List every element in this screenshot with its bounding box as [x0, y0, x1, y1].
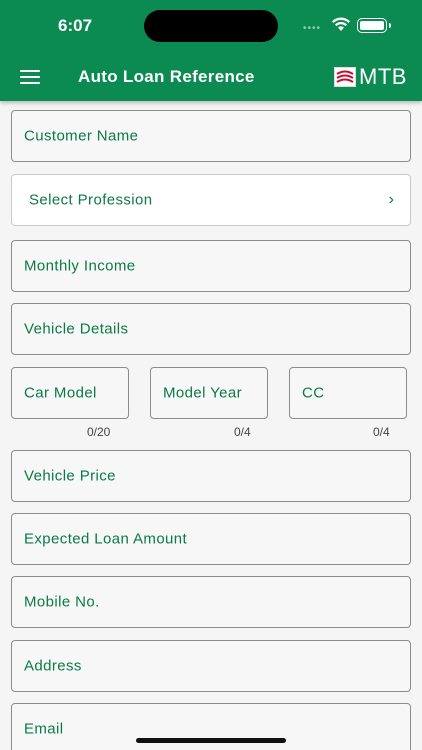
vehicle-price-placeholder: Vehicle Price — [24, 467, 116, 485]
cc-placeholder: CC — [302, 384, 325, 402]
customer-name-placeholder: Customer Name — [24, 127, 139, 145]
email-placeholder: Email — [24, 720, 64, 738]
car-model-counter: 0/20 — [87, 425, 111, 439]
mtb-logo-icon — [334, 67, 356, 87]
home-indicator — [136, 738, 286, 743]
app-header: 6:07 •••• Auto Loan Reference MTB — [0, 0, 422, 101]
customer-name-input[interactable]: Customer Name — [11, 110, 411, 162]
profession-label: Select Profession — [29, 191, 153, 209]
vehicle-details-input[interactable]: Vehicle Details — [11, 303, 411, 355]
brand-name: MTB — [359, 64, 407, 89]
address-input[interactable]: Address — [11, 640, 411, 692]
monthly-income-placeholder: Monthly Income — [24, 257, 136, 275]
address-placeholder: Address — [24, 657, 82, 675]
cc-input[interactable]: CC — [289, 367, 407, 419]
wifi-icon — [332, 17, 350, 31]
vehicle-price-input[interactable]: Vehicle Price — [11, 450, 411, 502]
model-year-counter: 0/4 — [234, 425, 251, 439]
monthly-income-input[interactable]: Monthly Income — [11, 240, 411, 292]
mobile-number-placeholder: Mobile No. — [24, 593, 100, 611]
page-title: Auto Loan Reference — [78, 67, 255, 86]
expected-loan-amount-placeholder: Expected Loan Amount — [24, 530, 188, 548]
chevron-right-icon: › — [388, 191, 394, 208]
signal-icon: •••• — [303, 23, 322, 34]
hamburger-icon[interactable] — [20, 69, 42, 85]
car-model-input[interactable]: Car Model — [11, 367, 129, 419]
mobile-number-input[interactable]: Mobile No. — [11, 576, 411, 628]
expected-loan-amount-input[interactable]: Expected Loan Amount — [11, 513, 411, 565]
model-year-input[interactable]: Model Year — [150, 367, 268, 419]
vehicle-details-placeholder: Vehicle Details — [24, 320, 129, 338]
mtb-logo: MTB — [334, 64, 407, 90]
model-year-placeholder: Model Year — [163, 384, 243, 402]
dynamic-island — [144, 10, 278, 42]
status-time: 6:07 — [58, 16, 93, 35]
cc-counter: 0/4 — [373, 425, 390, 439]
car-model-placeholder: Car Model — [24, 384, 97, 402]
battery-icon — [357, 18, 391, 33]
profession-select[interactable]: Select Profession › — [11, 174, 411, 226]
